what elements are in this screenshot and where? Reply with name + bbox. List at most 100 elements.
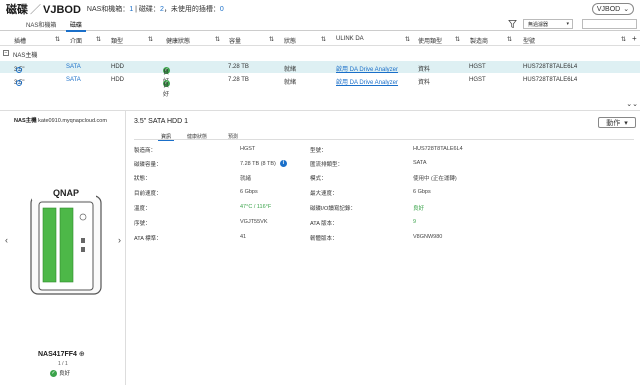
sort-icon[interactable]: ⇅ — [55, 36, 60, 43]
prop-label: 目前速度： — [134, 191, 162, 197]
sort-icon[interactable]: ⇅ — [269, 36, 274, 43]
type-cell: HDD — [111, 64, 124, 70]
prop-label: 最大速度： — [310, 191, 338, 197]
capacity-cell: 7.28 TB — [228, 77, 249, 83]
check-icon: ✓ — [50, 370, 57, 378]
prop-label: 狀態： — [134, 176, 151, 182]
col-health[interactable]: 健康狀態 — [166, 36, 190, 45]
tab-health[interactable]: 健康狀態 — [187, 133, 207, 140]
prop-value: 7.28 TB (8 TB) i — [240, 160, 287, 167]
qnap-logo: QNAP — [53, 188, 79, 198]
top-bar: 磁碟／ VJBOD NAS和機箱：1 | 磁碟：2，未使用的插槽：0 — [0, 0, 640, 18]
sort-icon[interactable]: ⇅ — [507, 36, 512, 43]
filter-icon[interactable] — [508, 20, 517, 28]
prop-value: 使用中 (正在運轉) — [413, 176, 457, 182]
io-log-value: 良好 — [413, 206, 425, 212]
col-capacity[interactable]: 容量 — [229, 36, 241, 45]
capacity-cell: 7.28 TB — [228, 64, 249, 70]
interface-cell: SATA — [66, 77, 81, 83]
zoom-icon[interactable]: ⊕ — [79, 351, 85, 358]
col-type[interactable]: 類型 — [111, 36, 123, 45]
chevron-left-icon[interactable]: ‹ — [5, 235, 8, 245]
table-header: 插槽 ⇅ 介面 ⇅ 類型 ⇅ 健康狀態 ⇅ 容量 ⇅ 狀態 ⇅ ULINK DA… — [0, 33, 640, 46]
tab-disks[interactable]: 磁碟 — [65, 20, 87, 32]
sort-icon[interactable]: ⇅ — [321, 36, 326, 43]
prop-label: 磁碟容量： — [134, 162, 162, 168]
nas-status: ✓ 良好 — [50, 370, 71, 378]
col-ulink[interactable]: ULINK DA — [336, 36, 364, 42]
col-usage[interactable]: 使用類型 — [418, 36, 442, 45]
model-cell: HUS728T8TALE6L4 — [523, 77, 578, 83]
prop-label: ATA 標準： — [134, 236, 162, 242]
temperature-value: 47°C / 116°F — [240, 204, 272, 210]
col-model[interactable]: 型號 — [523, 36, 535, 45]
prop-value: 9 — [413, 219, 417, 225]
maker-cell: HGST — [469, 77, 486, 83]
prop-label: 磁碟I/O讀寫記錄： — [310, 206, 356, 212]
prop-label: 匯流排類型： — [310, 162, 344, 168]
prop-value: 就緒 — [240, 176, 252, 182]
vjbod-button[interactable]: VJBOD ⌄ — [592, 3, 634, 15]
sort-icon[interactable]: ⇅ — [215, 36, 220, 43]
usage-cell: 資料 — [418, 80, 431, 86]
drive-bay-1 — [42, 207, 57, 283]
prop-value: HGST — [240, 146, 256, 152]
col-slot[interactable]: 插槽 — [14, 36, 26, 45]
prop-value: SATA — [413, 160, 427, 166]
pager: 1 / 1 — [58, 361, 68, 367]
page-title: 磁碟／ VJBOD — [6, 4, 81, 16]
prop-value: 6 Gbps — [240, 189, 258, 195]
prop-label: 韌體版本： — [310, 236, 338, 242]
nas-device-image: QNAP — [30, 187, 102, 295]
detail-tabs: 資訊 健康狀態 預測 — [134, 131, 634, 141]
chevron-down-icon: ▾ — [624, 119, 628, 127]
prop-label: 序號： — [134, 221, 151, 227]
col-maker[interactable]: 製造商 — [470, 36, 488, 45]
nas-name: NAS417FF4 ⊕ — [38, 351, 85, 358]
sort-icon[interactable]: ⇅ — [405, 36, 410, 43]
table-row[interactable]: 3.5" 2 SATA HDD ✓ 良好 7.28 TB 就緒 啟用 DA Driv… — [0, 74, 640, 98]
search-input[interactable] — [582, 19, 637, 29]
tab-nas-enclosure[interactable]: NAS和機箱 — [26, 20, 56, 29]
add-column-icon[interactable]: + — [632, 34, 637, 43]
prop-label: 模式： — [310, 176, 327, 182]
col-status[interactable]: 狀態 — [284, 36, 296, 45]
sort-icon[interactable]: ⇅ — [148, 36, 153, 43]
collapse-panel-icon[interactable]: ⌄⌄ — [626, 100, 638, 108]
prop-label: 溫度： — [134, 206, 151, 212]
sort-icon[interactable]: ⇅ — [621, 36, 626, 43]
col-interface[interactable]: 介面 — [70, 36, 82, 45]
disk-title: 3.5" SATA HDD 1 — [134, 118, 188, 125]
status-cell: 就緒 — [284, 67, 297, 73]
type-cell: HDD — [111, 77, 124, 83]
maker-cell: HGST — [469, 64, 486, 70]
filter-select[interactable]: 無過濾器 ▾ — [523, 19, 573, 29]
status-cell: 就緒 — [284, 80, 297, 86]
group-row[interactable]: − NAS主機 — [0, 48, 640, 59]
sort-icon[interactable]: ⇅ — [455, 36, 460, 43]
model-cell: HUS728T8TALE6L4 — [523, 64, 578, 70]
enable-da-link[interactable]: 啟用 DA Drive Analyzer — [336, 64, 398, 73]
info-icon[interactable]: i — [279, 160, 287, 167]
tab-info[interactable]: 資訊 — [157, 133, 175, 141]
enable-da-link[interactable]: 啟用 DA Drive Analyzer — [336, 77, 398, 86]
prop-value: 41 — [240, 234, 247, 240]
usage-cell: 資料 — [418, 67, 431, 73]
sort-icon[interactable]: ⇅ — [96, 36, 101, 43]
chevron-down-icon: ⌄ — [623, 6, 630, 13]
group-label: NAS主機 — [13, 53, 38, 59]
prop-value: V8GNW980 — [413, 234, 443, 240]
summary-text: NAS和機箱：1 | 磁碟：2，未使用的插槽：0 — [86, 6, 224, 13]
collapse-icon[interactable]: − — [3, 50, 9, 56]
nas-host-label: NAS主機 kate0910.myqnapcloud.com — [14, 118, 107, 124]
prop-label: 製造商： — [134, 148, 157, 154]
table-row[interactable]: 3.5"1 SATA HDD ✓良好 7.28 TB 就緒 啟用 DA Driv… — [0, 61, 640, 85]
prop-value: HUS728T8TALE6L4 — [413, 146, 463, 152]
interface-cell: SATA — [66, 64, 81, 70]
action-button[interactable]: 動作 ▾ — [598, 117, 636, 128]
chevron-right-icon[interactable]: › — [118, 235, 121, 245]
tab-prediction[interactable]: 預測 — [228, 133, 238, 140]
prop-label: ATA 版本： — [310, 221, 338, 227]
prop-label: 型號： — [310, 148, 327, 154]
prop-value: VGJT55VK — [240, 219, 268, 225]
